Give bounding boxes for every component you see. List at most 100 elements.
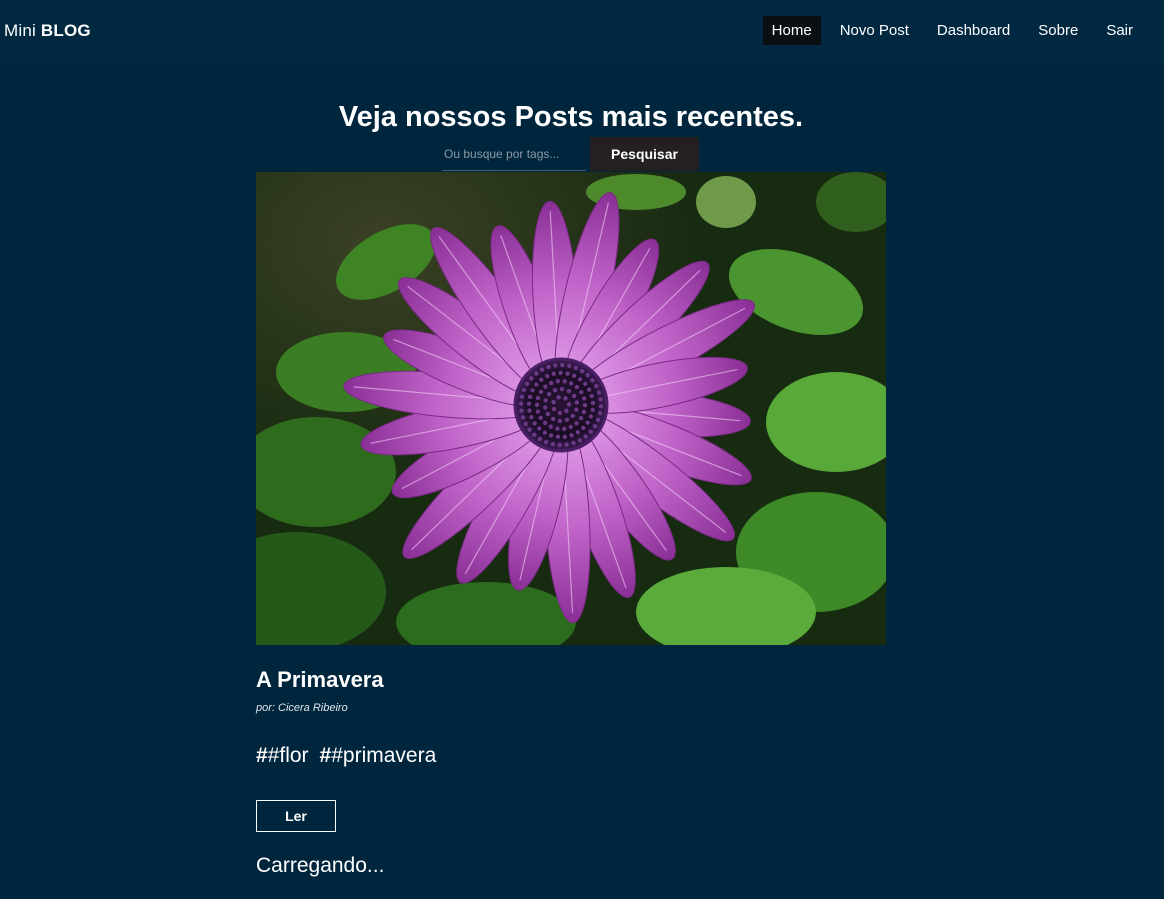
- flower-center-dot: [581, 425, 586, 431]
- flower-center-dot: [557, 418, 563, 424]
- flower-center-dot: [555, 379, 561, 384]
- flower-center-dot: [574, 400, 580, 405]
- flower-center-dot: [526, 401, 532, 406]
- tag-primavera[interactable]: ##primavera: [320, 744, 437, 768]
- flower-center-dot: [598, 404, 604, 409]
- flower-center-dot: [595, 417, 601, 423]
- flower-center-dot: [542, 430, 548, 435]
- flower-center-dot: [598, 397, 603, 402]
- flower-center-dot: [577, 438, 583, 443]
- search-form: Pesquisar: [442, 137, 699, 171]
- flower-center-dot: [557, 410, 563, 416]
- flower-center-dot: [529, 414, 534, 420]
- flower-center-dot: [588, 429, 594, 434]
- flower-center-dot: [585, 372, 590, 378]
- flower-center-dot: [578, 415, 584, 421]
- flower-center-dot: [594, 383, 599, 389]
- flower-center-dot: [546, 392, 552, 397]
- flower-center-dot: [537, 436, 543, 442]
- flower-center-dot: [555, 434, 561, 440]
- flower-center-dot: [532, 421, 537, 426]
- flower-center-dot: [571, 393, 577, 399]
- flower-center-dot: [590, 400, 596, 406]
- flower-center-dot: [573, 365, 579, 371]
- flower-center-dot: [553, 363, 558, 368]
- flower-center-dot: [574, 384, 580, 390]
- brand-prefix: Mini: [4, 21, 36, 40]
- flower-center-dot: [564, 442, 569, 447]
- brand-logo[interactable]: Mini BLOG: [4, 21, 91, 41]
- flower-center-dot: [564, 408, 569, 414]
- flower-center-dot: [562, 434, 568, 439]
- post-card: A Primavera por: Cicera Ribeiro ##flor #…: [256, 172, 886, 878]
- flower-center-dot: [574, 407, 579, 412]
- flower-center-dot: [581, 409, 587, 415]
- flower-center-dot: [535, 395, 541, 401]
- flower-center-dot: [583, 434, 588, 439]
- flower-center-dot: [585, 420, 590, 425]
- flower-center-dot: [558, 370, 563, 376]
- flower-center-dot: [559, 386, 565, 392]
- flower-center-dot: [571, 373, 577, 379]
- loading-status: Carregando...: [256, 854, 385, 877]
- tag-hash-mark: #: [256, 744, 268, 767]
- nav-item-sobre[interactable]: Sobre: [1029, 16, 1087, 45]
- page-title: Veja nossos Posts mais recentes.: [338, 101, 804, 134]
- flower-center-dot: [562, 379, 567, 384]
- flower-center-dot: [582, 381, 588, 387]
- flower-center-dot: [519, 394, 525, 399]
- flower-center-dot: [556, 395, 561, 400]
- flower-center-dot: [590, 407, 595, 413]
- flower-center-dot: [528, 376, 534, 381]
- flower-center-dot: [534, 382, 539, 387]
- nav-item-dashboard[interactable]: Dashboard: [928, 16, 1019, 45]
- flower-center-dot: [560, 362, 565, 368]
- flower-center-dot: [563, 396, 568, 401]
- nav-item-novo-post[interactable]: Novo Post: [831, 16, 918, 45]
- flower-center-dot: [561, 426, 567, 431]
- flower-center-dot: [534, 371, 539, 376]
- flower-center-dot: [520, 415, 526, 420]
- flower-center-dot: [534, 402, 540, 407]
- brand-strong: BLOG: [40, 21, 91, 40]
- flower-center-dot: [552, 387, 558, 393]
- flower-center-dot: [537, 426, 542, 431]
- flower-center-dot: [543, 398, 548, 403]
- flower-center-dot: [575, 430, 581, 435]
- flower-center-dot: [586, 387, 592, 392]
- post-image-flower: [256, 172, 886, 645]
- flower-center-dot: [523, 421, 528, 427]
- nav-item-sair[interactable]: Sair: [1097, 16, 1142, 45]
- flower-center-dot: [551, 371, 556, 377]
- flower-center-dot: [588, 414, 594, 419]
- flower-center-dot: [579, 368, 585, 374]
- nav-item-home[interactable]: Home: [762, 16, 821, 45]
- flower-center-dot: [568, 424, 573, 430]
- search-button[interactable]: Pesquisar: [590, 137, 699, 171]
- flower-center-dot: [543, 384, 548, 389]
- flower-center-dot: [539, 367, 545, 372]
- tag-flor[interactable]: ##flor: [256, 744, 309, 768]
- flower-center-dot: [570, 413, 576, 418]
- flower-center-dot: [546, 364, 551, 370]
- flower-center-dot: [568, 381, 574, 386]
- flower-center-dot: [589, 393, 594, 399]
- flower-center-dot: [569, 433, 574, 438]
- flower-center-dot: [530, 388, 535, 393]
- flower-center-dot: [524, 381, 530, 387]
- flower-center-dot: [550, 441, 555, 447]
- flower-center-dot: [574, 421, 579, 426]
- nav-links: Home Novo Post Dashboard Sobre Sair: [762, 16, 1164, 45]
- flower-center-dot: [550, 416, 556, 422]
- flower-center-dot: [577, 377, 583, 382]
- flower-center-dot: [549, 380, 554, 386]
- flower-center-dot: [592, 423, 598, 429]
- search-input[interactable]: [442, 137, 586, 171]
- flower-center-dot: [557, 442, 562, 448]
- post-author: por: Cicera Ribeiro: [256, 702, 348, 714]
- flower-center-dot: [527, 427, 532, 432]
- read-button[interactable]: Ler: [256, 800, 336, 832]
- flower-center-dot: [535, 409, 541, 414]
- flower-center-dot: [551, 399, 556, 405]
- flower-center-dot: [596, 390, 602, 395]
